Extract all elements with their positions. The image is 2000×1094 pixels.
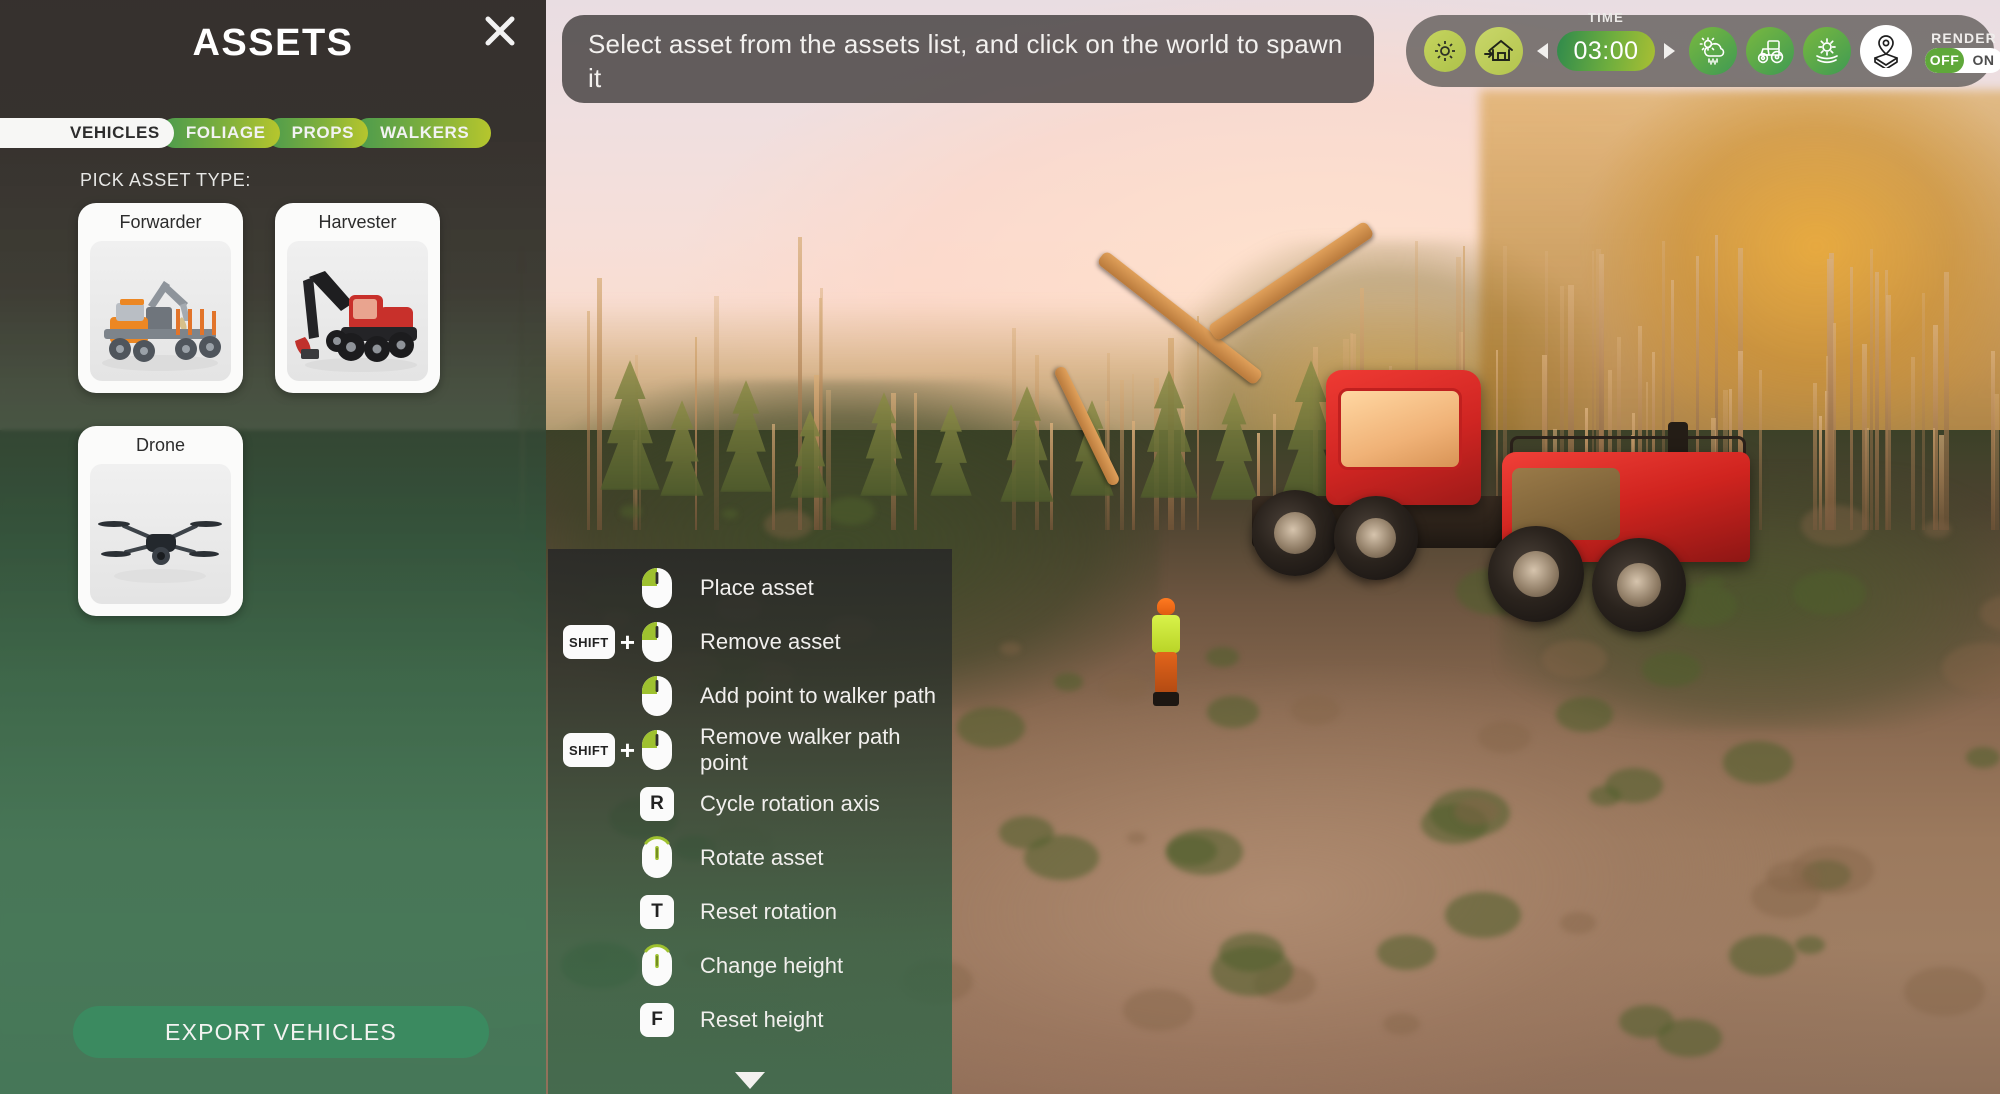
legend-row-label: Rotate asset [700,845,824,870]
mouse-scroll-icon [640,836,674,880]
legend-key-group [564,566,674,610]
export-vehicles-button[interactable]: EXPORT VEHICLES [73,1006,489,1058]
render-toggle[interactable]: OFF ON [1925,47,2000,73]
tab-vehicles[interactable]: VEHICLES [0,118,174,148]
legend-row-label: Change height [700,953,844,978]
legend-key-group: SHIFT + [562,728,674,772]
asset-category-tabs: VEHICLES FOLIAGE PROPS WALKERS [0,118,508,148]
legend-key-group: SHIFT + [562,620,674,664]
key-cap-shift: SHIFT [562,625,615,659]
key-cap-shift: SHIFT [562,733,615,767]
wheel [1488,526,1584,622]
mouse-left-click-icon [640,566,674,610]
render-toggle-group: RENDER OFF ON [1925,30,2000,73]
asset-card-label: Harvester [318,212,397,232]
legend-key-group [564,944,674,988]
arrow-right-icon[interactable] [1662,41,1676,61]
wheel [1592,538,1686,632]
return-home-icon[interactable] [1475,27,1523,75]
legend-row: Rotate asset [548,831,952,885]
hint-banner: Select asset from the assets list, and c… [562,15,1374,103]
tab-foliage[interactable]: FOLIAGE [159,118,280,148]
chevron-down-icon[interactable] [548,1070,952,1090]
controls-legend-panel: Place asset SHIFT + Remove asset Add point… [548,549,952,1094]
cab-glass [1338,388,1462,470]
legend-key-group: T [564,895,674,929]
asset-card-harvester[interactable]: Harvester [275,203,440,393]
wheel [1334,496,1418,580]
tab-props[interactable]: PROPS [265,118,369,148]
world-toolbar: TIME 03:00 RENDER OFF ON [1406,10,2000,87]
legend-row-label: Place asset [700,575,814,600]
plus-sign: + [619,627,635,657]
drone-thumbnail [90,464,231,604]
render-option-on[interactable]: ON [1964,48,2000,73]
mouse-left-click-icon [640,728,674,772]
legend-row-label: Remove walker path point [700,724,901,775]
legend-row: Add point to walker path [548,669,952,723]
gear-icon[interactable] [1424,30,1466,72]
app-root: ASSETS VEHICLES FOLIAGE PROPS WALKERS PI… [0,0,2000,1094]
harvester-thumbnail [287,241,428,381]
page-title: ASSETS [192,22,354,64]
legend-row: SHIFT + Remove asset [548,615,952,669]
legend-row: F Reset height [548,993,952,1047]
forwarder-thumbnail [90,241,231,381]
field-location-pin-icon[interactable] [1860,25,1912,77]
worker-legs [1155,652,1177,694]
asset-card-label: Drone [135,435,186,455]
legend-row-label: Remove asset [700,629,841,654]
legend-key-group [564,674,674,718]
legend-row: Change height [548,939,952,993]
legend-row-label: Add point to walker path [700,683,937,708]
arrow-left-icon[interactable] [1536,41,1550,61]
key-cap-r: R [640,787,674,821]
soil-gear-icon[interactable] [1803,27,1851,75]
legend-row-label: Reset rotation [700,899,837,924]
tractor-icon[interactable] [1746,27,1794,75]
worker-helmet [1157,598,1175,615]
worker-vest [1152,615,1180,653]
pick-asset-type-label: PICK ASSET TYPE: [80,170,252,190]
wheel [1252,490,1338,576]
tab-walkers[interactable]: WALKERS [354,118,492,148]
mouse-left-click-icon [640,620,674,664]
render-option-off[interactable]: OFF [1925,47,1964,73]
assets-sidebar: ASSETS VEHICLES FOLIAGE PROPS WALKERS PI… [0,0,546,1094]
legend-key-group [564,836,674,880]
legend-row: Place asset [548,561,952,615]
legend-row: T Reset rotation [548,885,952,939]
render-label: RENDER [1931,29,1997,46]
time-label: TIME [1587,10,1625,25]
asset-card-drone[interactable]: Drone [78,426,243,616]
worker-boots [1153,692,1179,706]
close-icon[interactable] [478,9,522,53]
asset-card-label: Forwarder [119,212,202,232]
mouse-left-click-icon [640,674,674,718]
legend-row-label: Reset height [700,1007,824,1032]
asset-card-forwarder[interactable]: Forwarder [78,203,243,393]
legend-row: SHIFT + Remove walker path point [548,723,952,777]
time-value[interactable]: 03:00 [1557,31,1655,71]
worker-character [1147,598,1185,706]
legend-row: R Cycle rotation axis [548,777,952,831]
harvester-vehicle[interactable] [1053,220,1750,720]
legend-row-list: Place asset SHIFT + Remove asset Add point… [548,561,952,1047]
weather-rain-cloud-icon[interactable] [1689,27,1737,75]
plus-sign: + [619,735,635,765]
legend-key-group: F [564,1003,674,1037]
mouse-scroll-icon [640,944,674,988]
legend-row-label: Cycle rotation axis [700,791,880,816]
legend-key-group: R [564,787,674,821]
key-cap-t: T [640,895,674,929]
key-cap-f: F [640,1003,674,1037]
time-control: TIME 03:00 [1536,10,1676,71]
